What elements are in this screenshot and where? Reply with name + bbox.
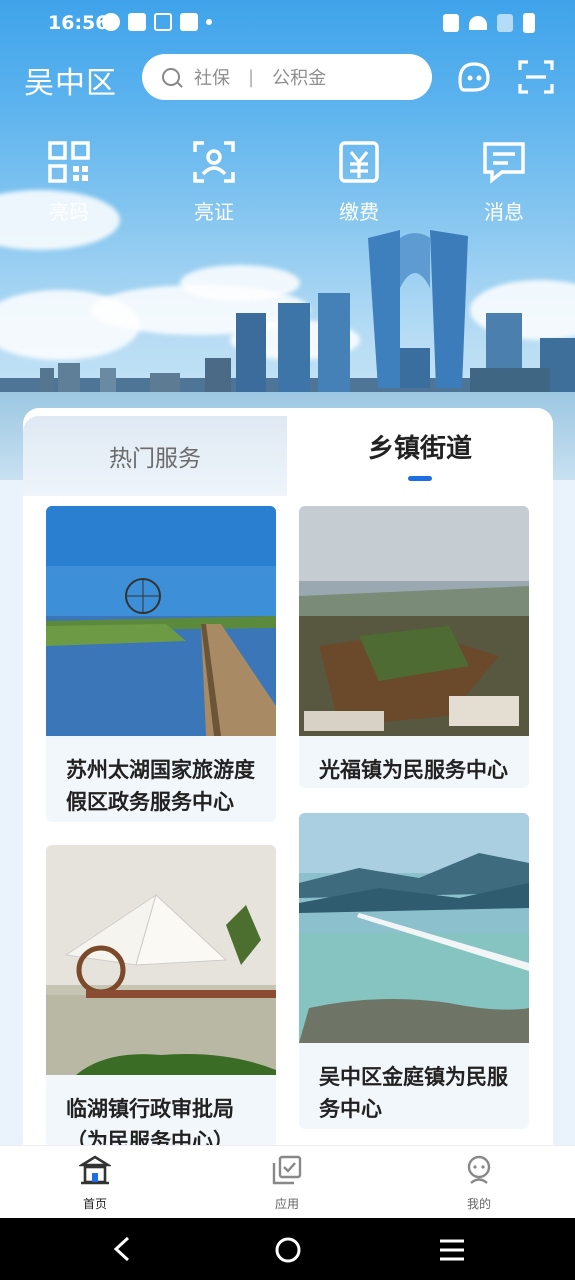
card-title: 吴中区金庭镇为民服务中心 <box>319 1065 508 1121</box>
nav-item-profile[interactable]: 我的 <box>439 1154 519 1212</box>
card-title: 临湖镇行政审批局（为民服务中心） <box>66 1097 234 1148</box>
search-input[interactable]: 社保 | 公积金 <box>142 54 432 100</box>
bottom-nav: 首页 应用 我的 <box>0 1145 575 1218</box>
quick-actions: 亮码 亮证 缴费 消息 <box>0 140 575 230</box>
check-circle-icon <box>102 13 120 31</box>
quick-action-payment[interactable]: 缴费 <box>319 140 399 225</box>
quick-action-label: 消息 <box>484 200 524 224</box>
system-icons <box>443 13 535 33</box>
scan-icon[interactable] <box>518 60 554 94</box>
search-separator: | <box>248 66 255 88</box>
tab-label: 热门服务 <box>109 446 201 472</box>
chatbot-icon[interactable] <box>456 60 492 94</box>
battery-icon <box>523 13 535 33</box>
nav-item-apps[interactable]: 应用 <box>247 1154 327 1212</box>
tab-towns-streets[interactable]: 乡镇街道 <box>287 408 553 496</box>
active-tab-indicator <box>408 476 432 481</box>
city-skyline <box>0 230 575 403</box>
search-icon <box>162 68 180 86</box>
back-icon[interactable] <box>110 1235 134 1263</box>
quick-action-label: 亮码 <box>49 200 89 224</box>
nav-label: 首页 <box>82 1197 107 1211</box>
quick-action-show-cert[interactable]: 亮证 <box>174 140 254 225</box>
search-placeholder-2: 公积金 <box>272 68 327 89</box>
home-button-icon[interactable] <box>274 1236 302 1264</box>
card-image <box>46 506 276 736</box>
payment-icon <box>339 141 379 183</box>
message-icon <box>483 142 525 184</box>
signal-icon <box>497 14 513 32</box>
quick-action-label: 缴费 <box>339 200 379 224</box>
region-title[interactable]: 吴中区 <box>24 58 117 102</box>
nav-label: 我的 <box>466 1197 491 1211</box>
more-dot-icon <box>206 19 212 25</box>
service-card[interactable]: 临湖镇行政审批局（为民服务中心） <box>46 845 276 1148</box>
id-card-icon <box>193 141 235 183</box>
search-placeholder-1: 社保 <box>194 68 230 89</box>
status-bar: 16:56 <box>0 0 575 46</box>
recents-icon[interactable] <box>438 1238 466 1262</box>
card-image <box>46 845 276 1075</box>
home-icon <box>77 1155 113 1185</box>
status-time: 16:56 <box>48 12 109 34</box>
app-notification-icon <box>180 13 198 31</box>
nav-label: 应用 <box>274 1197 299 1211</box>
system-nav-bar <box>0 1218 575 1280</box>
tab-label: 乡镇街道 <box>367 434 472 464</box>
quick-action-label: 亮证 <box>194 200 234 224</box>
nav-item-home[interactable]: 首页 <box>55 1154 135 1212</box>
service-panel: 热门服务 乡镇街道 苏州太湖国家旅游度假区政务服务中心 光福镇为民服务中心 临湖… <box>23 408 553 1148</box>
apps-icon <box>272 1155 302 1185</box>
card-title: 苏州太湖国家旅游度假区政务服务中心 <box>66 758 255 814</box>
card-title: 光福镇为民服务中心 <box>319 758 508 782</box>
cloud-icon <box>154 13 172 31</box>
quick-action-show-code[interactable]: 亮码 <box>29 140 109 225</box>
tab-hot-services[interactable]: 热门服务 <box>23 416 287 496</box>
card-image <box>299 813 529 1043</box>
service-card[interactable]: 吴中区金庭镇为民服务中心 <box>299 813 529 1129</box>
profile-icon <box>467 1155 491 1184</box>
notification-icons <box>102 13 212 31</box>
card-image <box>299 506 529 736</box>
wifi-icon <box>469 16 487 30</box>
top-bar: 吴中区 社保 | 公积金 <box>0 52 575 102</box>
service-card[interactable]: 苏州太湖国家旅游度假区政务服务中心 <box>46 506 276 822</box>
quick-action-messages[interactable]: 消息 <box>464 140 544 225</box>
qr-code-icon <box>48 141 90 183</box>
service-card[interactable]: 光福镇为民服务中心 <box>299 506 529 788</box>
mail-icon <box>128 13 146 31</box>
vibrate-icon <box>443 14 459 32</box>
